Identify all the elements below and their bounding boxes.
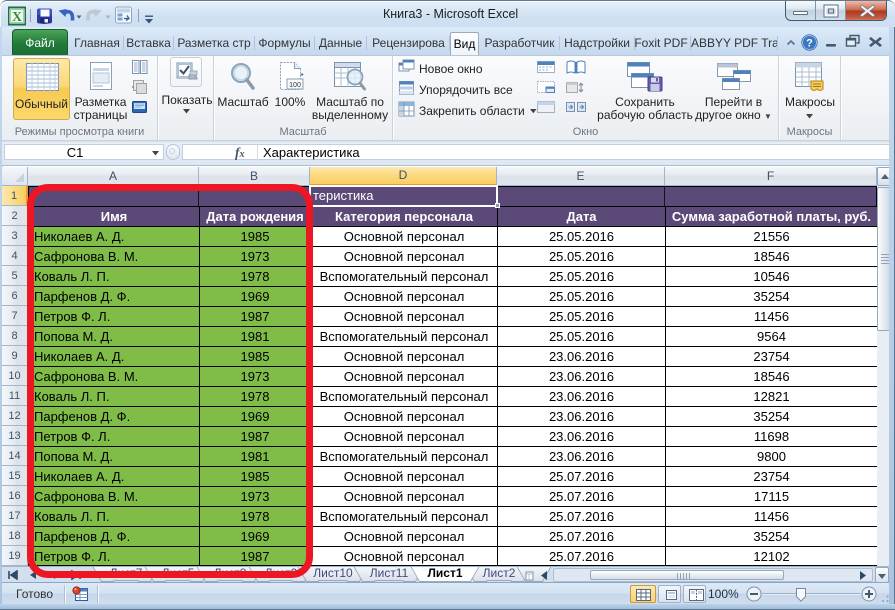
svg-text:?: ?	[806, 38, 813, 50]
svg-text:X: X	[12, 10, 22, 25]
svg-text:100: 100	[289, 82, 301, 89]
